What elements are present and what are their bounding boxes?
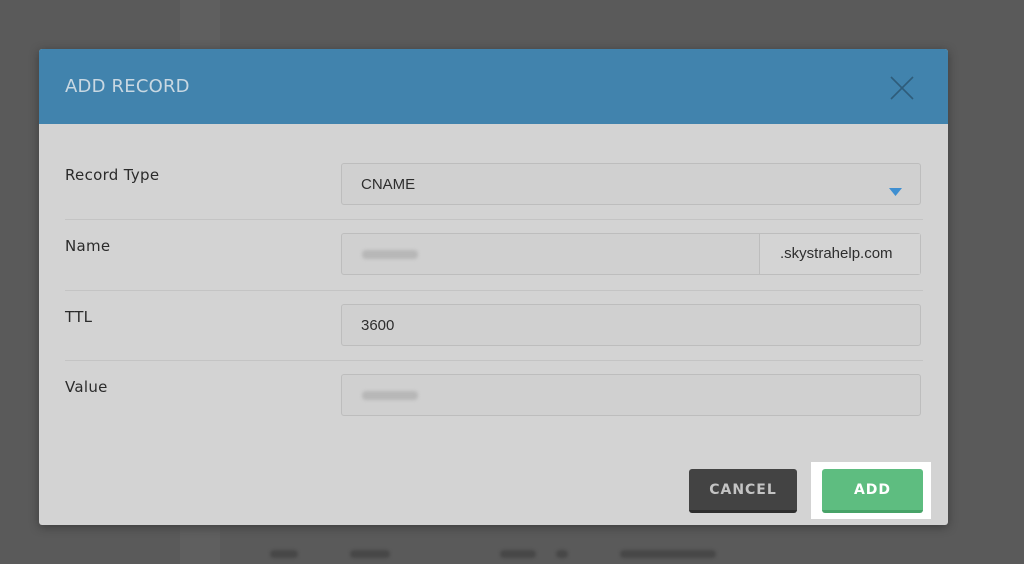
domain-suffix: .skystrahelp.com [759,234,920,274]
close-icon[interactable] [888,74,916,102]
name-value-redacted [362,250,418,259]
row-divider [65,360,923,361]
dialog-header: ADD RECORD [39,49,948,124]
name-label: Name [65,237,111,255]
ttl-label: TTL [65,308,93,326]
caret-down-icon [889,181,902,200]
add-button[interactable]: ADD [822,469,923,513]
background-table-row [260,540,760,564]
name-field[interactable]: .skystrahelp.com [341,233,921,275]
value-redacted [362,391,418,400]
record-type-label: Record Type [65,166,160,184]
record-type-select[interactable]: CNAME [341,163,921,205]
ttl-field[interactable]: 3600 [341,304,921,346]
cancel-button[interactable]: CANCEL [689,469,797,513]
ttl-value: 3600 [361,317,395,334]
dialog-title: ADD RECORD [65,76,190,97]
row-divider [65,290,923,291]
background-page-text [998,24,1007,36]
domain-suffix-text: .skystrahelp.com [780,245,893,262]
value-label: Value [65,378,108,396]
value-field[interactable] [341,374,921,416]
record-type-value: CNAME [361,176,416,193]
add-record-dialog: ADD RECORD Record Type CNAME Name .skyst… [39,49,948,525]
row-divider [65,219,923,220]
